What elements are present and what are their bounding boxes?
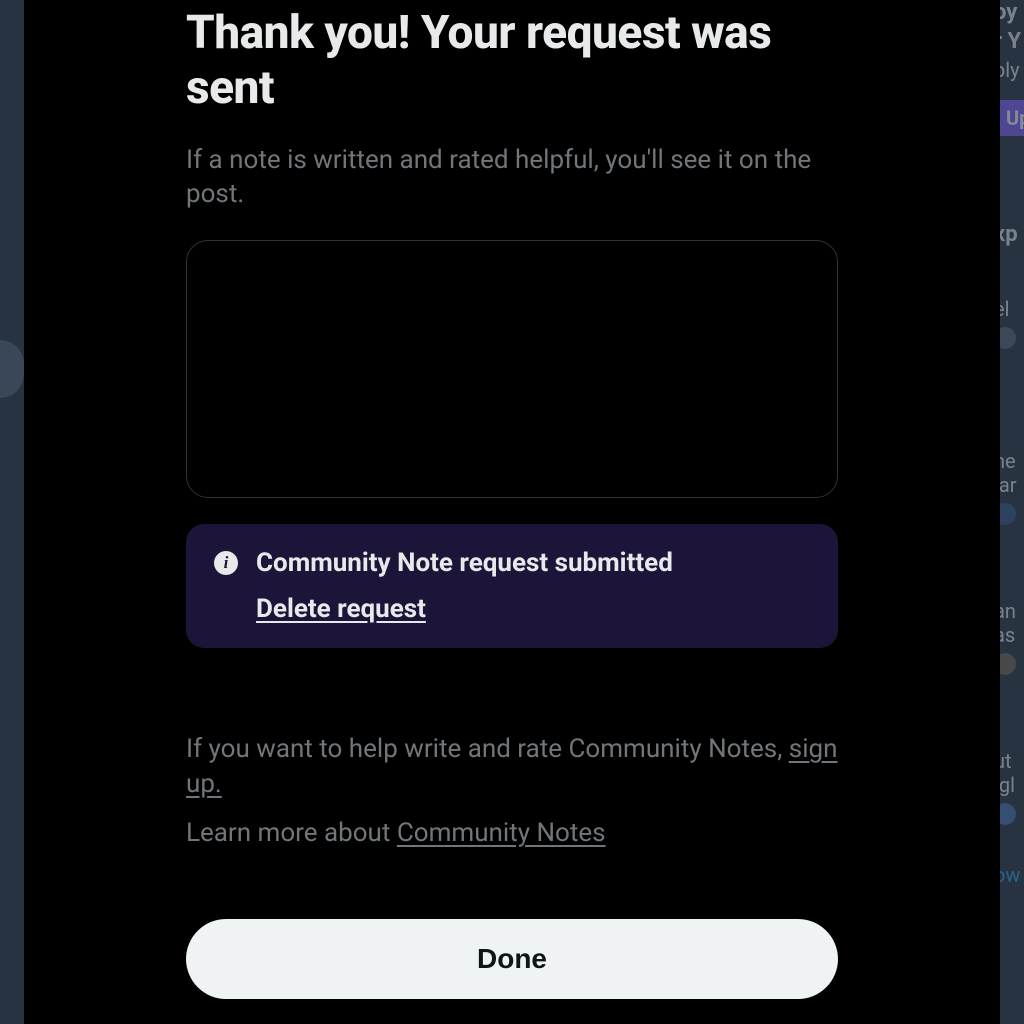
community-notes-link[interactable]: Community Notes [397, 818, 606, 848]
done-button[interactable]: Done [186, 919, 838, 999]
notification-box: i Community Note request submitted Delet… [186, 524, 838, 648]
notification-title: Community Note request submitted [256, 548, 673, 578]
signup-help-text: If you want to help write and rate Commu… [186, 732, 838, 802]
modal-subtitle: If a note is written and rated helpful, … [186, 144, 838, 212]
learn-more-text: Learn more about Community Notes [186, 816, 838, 851]
modal-title: Thank you! Your request was sent [186, 0, 838, 116]
delete-request-link[interactable]: Delete request [256, 594, 426, 624]
info-icon: i [214, 551, 238, 575]
post-preview-box [186, 240, 838, 498]
request-sent-modal: Thank you! Your request was sent If a no… [24, 0, 1000, 1024]
